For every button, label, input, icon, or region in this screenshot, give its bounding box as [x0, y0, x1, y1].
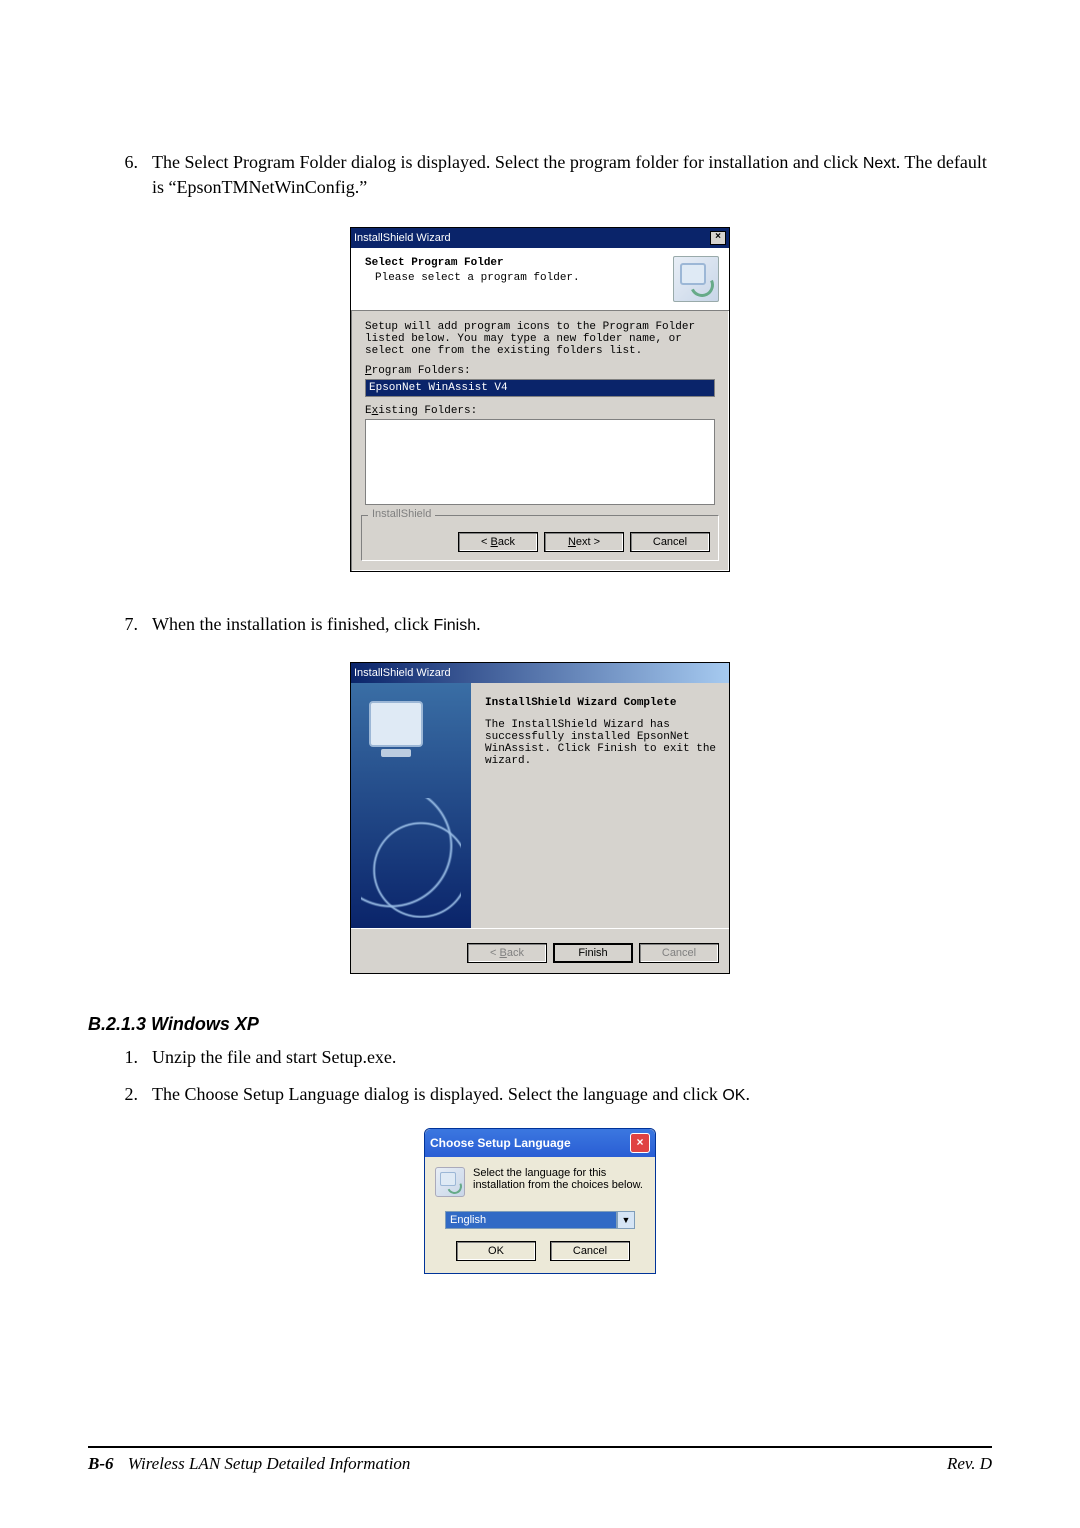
next-button[interactable]: Next > [544, 532, 624, 552]
list-number: 2. [106, 1082, 152, 1107]
setup-icon [435, 1167, 465, 1197]
dialog3-instruction: Select the language for this installatio… [473, 1167, 645, 1191]
dialog1-title: InstallShield Wizard [354, 232, 451, 244]
dialog1-header: Select Program Folder Please select a pr… [351, 248, 729, 311]
dialog1-titlebar[interactable]: InstallShield Wizard × [351, 228, 729, 248]
existing-folders-listbox[interactable] [365, 419, 715, 505]
step7-text-a: When the installation is finished, click [152, 614, 433, 634]
back-button: < Back [467, 943, 547, 963]
dialog1-brand: InstallShield [368, 508, 435, 520]
installer-icon [673, 256, 719, 302]
step6-next-label: Next [863, 155, 896, 172]
back-button[interactable]: < Back [458, 532, 538, 552]
dialog1-desc: Setup will add program icons to the Prog… [365, 321, 715, 357]
xp-step1-text: Unzip the file and start Setup.exe. [152, 1045, 992, 1069]
footer-rev: Rev. D [947, 1454, 992, 1474]
select-program-folder-dialog: InstallShield Wizard × Select Program Fo… [350, 227, 730, 572]
dialog2-body-text: The InstallShield Wizard has successfull… [485, 719, 717, 767]
dialog1-body: Setup will add program icons to the Prog… [351, 311, 729, 509]
xp-step2-text-b: . [745, 1084, 750, 1104]
section-heading: B.2.1.3 Windows XP [88, 1014, 992, 1035]
list-number: 7. [106, 612, 152, 637]
existing-folders-label: Existing Folders: [365, 405, 715, 417]
dialog2-heading: InstallShield Wizard Complete [485, 697, 717, 709]
chevron-down-icon[interactable]: ▼ [617, 1211, 635, 1229]
language-selected: English [445, 1211, 617, 1229]
finish-button[interactable]: Finish [553, 943, 633, 963]
dialog2-titlebar[interactable]: InstallShield Wizard [351, 663, 729, 683]
dialog3-title: Choose Setup Language [430, 1136, 571, 1150]
choose-language-dialog: Choose Setup Language × Select the langu… [424, 1128, 656, 1274]
step7-finish-label: Finish [433, 617, 476, 634]
list-number: 6. [106, 150, 152, 199]
step7-text-b: . [476, 614, 481, 634]
close-icon[interactable]: × [710, 231, 726, 245]
step6-text: The Select Program Folder dialog is disp… [152, 150, 992, 199]
program-folders-label: Program Folders: [365, 365, 715, 377]
step7-text: When the installation is finished, click… [152, 612, 992, 637]
footer-page: B-6 [88, 1454, 114, 1473]
page-footer: B-6 Wireless LAN Setup Detailed Informat… [88, 1446, 992, 1474]
dialog2-title: InstallShield Wizard [354, 667, 451, 679]
xp-step2-ok-label: OK [722, 1087, 745, 1104]
cancel-button: Cancel [639, 943, 719, 963]
dialog3-titlebar[interactable]: Choose Setup Language × [425, 1129, 655, 1157]
wizard-complete-dialog: InstallShield Wizard InstallShield Wizar… [350, 662, 730, 974]
cancel-button[interactable]: Cancel [550, 1241, 630, 1261]
xp-step2-text: The Choose Setup Language dialog is disp… [152, 1082, 992, 1107]
cancel-button[interactable]: Cancel [630, 532, 710, 552]
ok-button[interactable]: OK [456, 1241, 536, 1261]
step6-text-a: The Select Program Folder dialog is disp… [152, 152, 863, 172]
footer-title: Wireless LAN Setup Detailed Information [128, 1454, 411, 1473]
close-icon[interactable]: × [630, 1133, 650, 1153]
wizard-side-art [351, 683, 471, 928]
xp-step2-text-a: The Choose Setup Language dialog is disp… [152, 1084, 722, 1104]
dialog1-heading: Select Program Folder [365, 256, 580, 271]
program-folders-input[interactable]: EpsonNet WinAssist V4 [365, 379, 715, 397]
dialog1-subheading: Please select a program folder. [365, 271, 580, 286]
list-number: 1. [106, 1045, 152, 1069]
language-dropdown[interactable]: English ▼ [445, 1211, 635, 1229]
